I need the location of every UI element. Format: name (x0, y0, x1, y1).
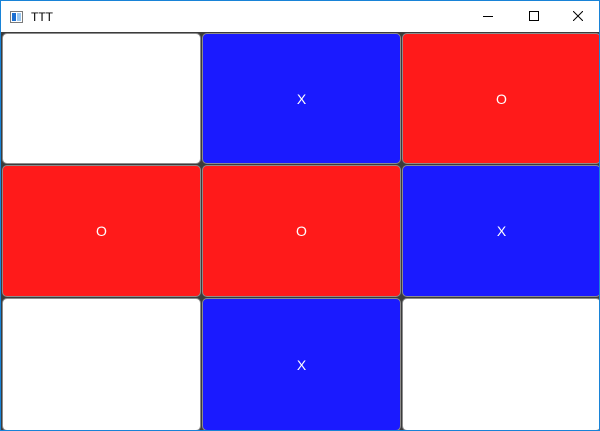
app-window: TTT X O O O X X (0, 0, 600, 431)
board-cell[interactable]: O (402, 33, 599, 164)
board-cell[interactable] (2, 33, 201, 164)
minimize-button[interactable] (465, 1, 511, 32)
maximize-icon (529, 8, 539, 26)
app-icon (10, 10, 23, 23)
board-cell[interactable]: X (202, 298, 401, 430)
board-cell[interactable]: O (202, 165, 401, 297)
close-icon (572, 8, 584, 26)
window-title: TTT (31, 10, 53, 24)
maximize-button[interactable] (511, 1, 557, 32)
board-cell[interactable] (402, 298, 599, 430)
board-cell[interactable] (2, 298, 201, 430)
title-bar[interactable]: TTT (1, 1, 599, 32)
close-button[interactable] (555, 1, 599, 32)
minimize-icon (483, 8, 493, 26)
board-cell[interactable]: O (2, 165, 201, 297)
board-cell[interactable]: X (202, 33, 401, 164)
board-cell[interactable]: X (402, 165, 599, 297)
game-board: X O O O X X (1, 32, 599, 430)
